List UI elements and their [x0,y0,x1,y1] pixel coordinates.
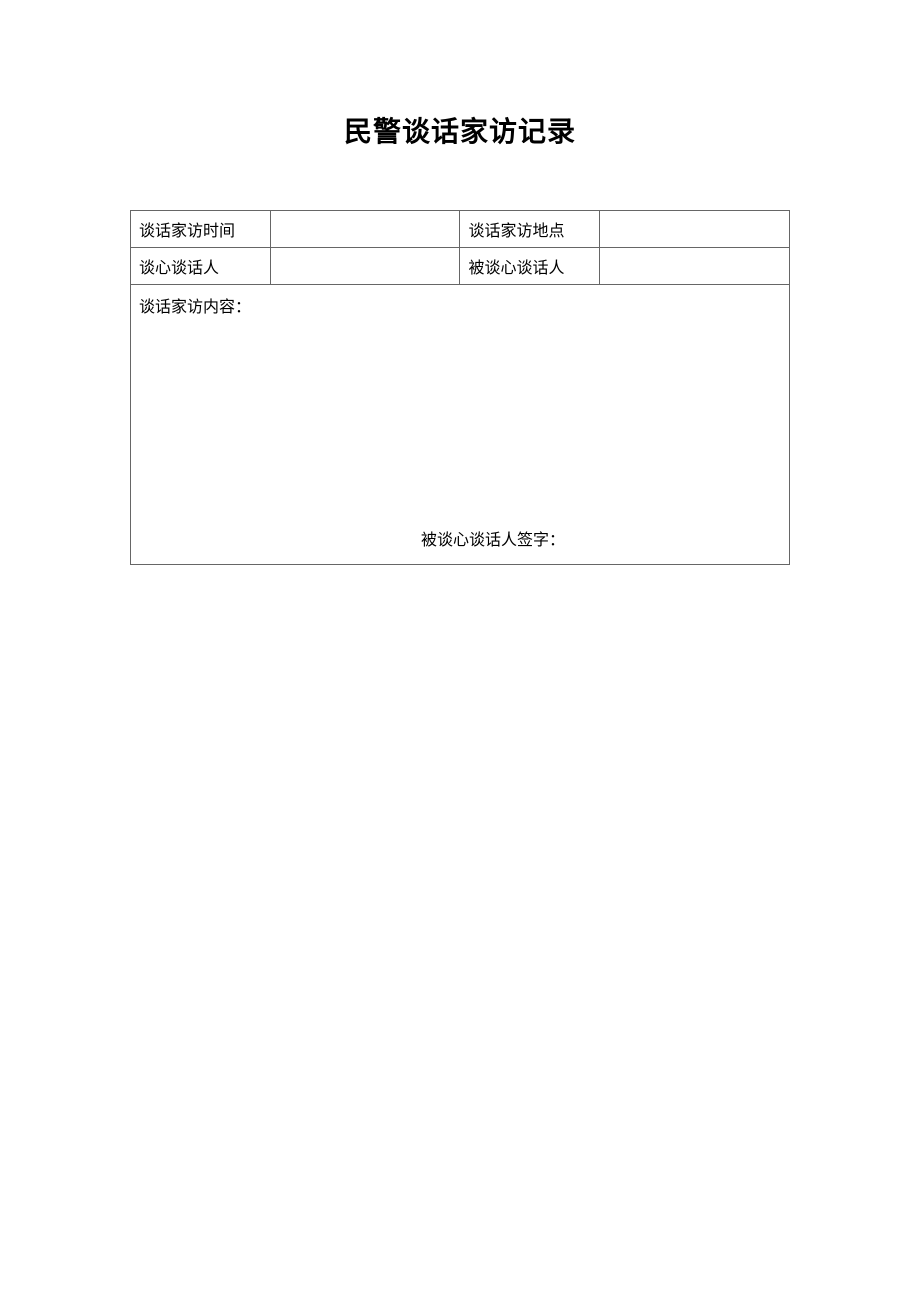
visit-content-cell: 谈话家访内容： 被谈心谈话人签字： [131,285,790,565]
interviewee-value [600,248,790,285]
visit-content-label: 谈话家访内容： [139,291,781,319]
visit-record-table: 谈话家访时间 谈话家访地点 谈心谈话人 被谈心谈话人 谈话家访内容： 被谈心谈话… [130,210,790,565]
table-row: 谈话家访时间 谈话家访地点 [131,211,790,248]
visit-time-label: 谈话家访时间 [131,211,271,248]
document-page: 民警谈话家访记录 谈话家访时间 谈话家访地点 谈心谈话人 被谈心谈话人 谈话家访… [0,0,920,565]
document-title: 民警谈话家访记录 [130,110,790,150]
interviewer-label: 谈心谈话人 [131,248,271,285]
interviewee-signature-label: 被谈心谈话人签字： [421,526,565,550]
table-row: 谈心谈话人 被谈心谈话人 [131,248,790,285]
visit-time-value [270,211,460,248]
visit-location-value [600,211,790,248]
visit-location-label: 谈话家访地点 [460,211,600,248]
interviewer-value [270,248,460,285]
interviewee-label: 被谈心谈话人 [460,248,600,285]
table-row: 谈话家访内容： 被谈心谈话人签字： [131,285,790,565]
